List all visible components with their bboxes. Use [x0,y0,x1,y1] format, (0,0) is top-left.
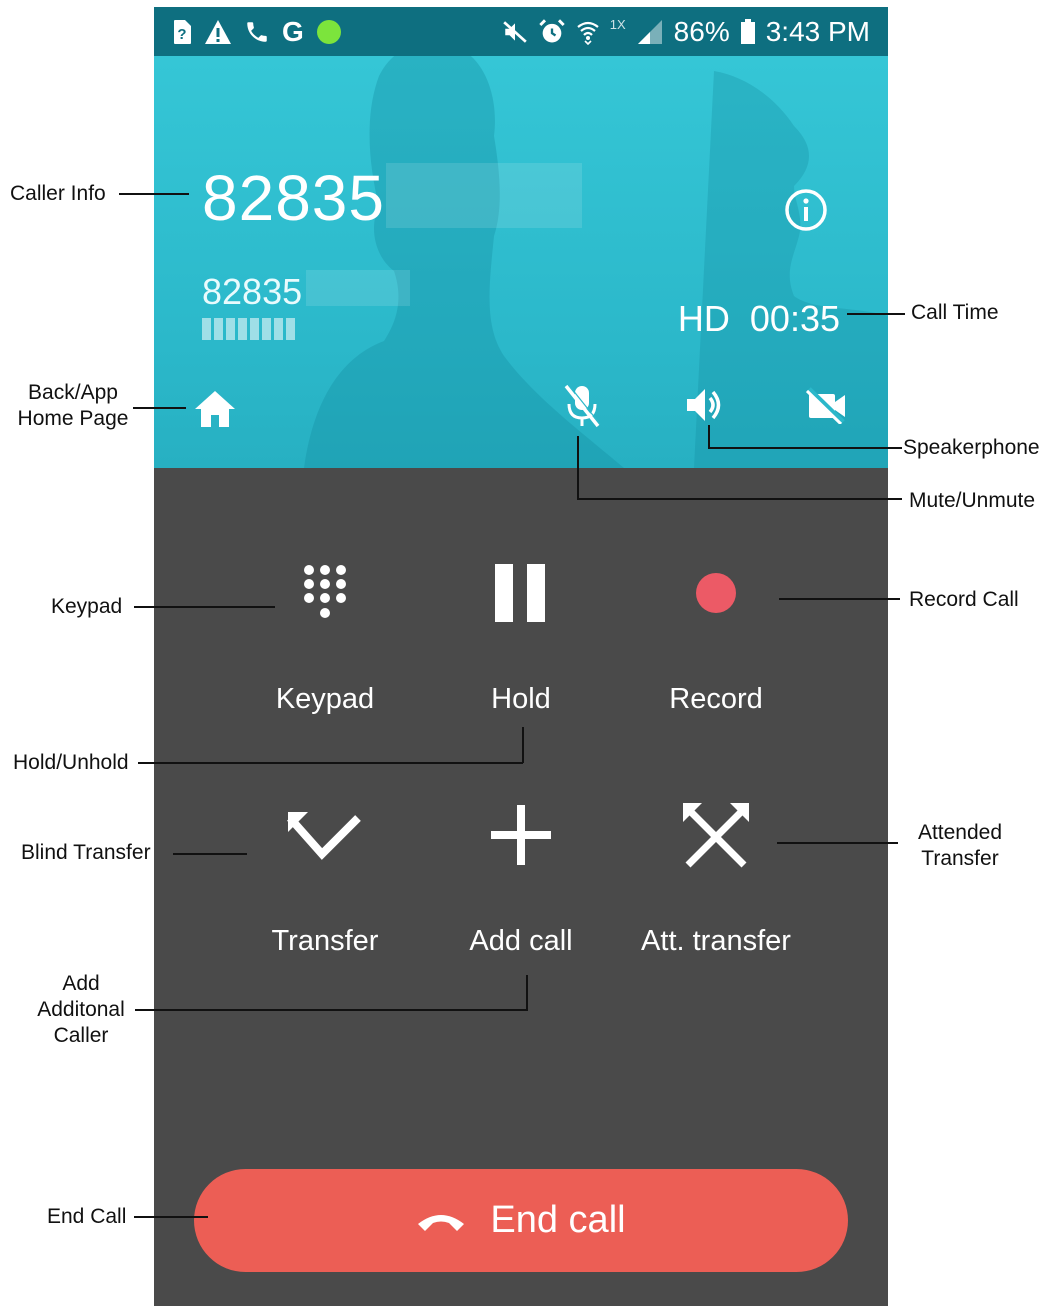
sim-unknown-icon: ? [174,20,191,44]
mute-notifications-icon [503,21,527,43]
keypad-icon[interactable] [302,563,348,625]
annotation-mute-unmute: Mute/Unmute [909,489,1036,512]
annotation-line-mute-v [577,436,579,499]
speaker-icon[interactable] [684,384,726,426]
att-transfer-button-label[interactable]: Att. transfer [616,925,816,958]
annotation-line-add-h [135,1009,528,1011]
annotation-add-line2: Additonal [37,998,125,1021]
annotation-end-call: End Call [47,1205,127,1228]
annotation-caller-info: Caller Info [10,182,106,205]
battery-icon [740,19,755,44]
hd-badge: HD [677,298,730,339]
add-call-button-label[interactable]: Add call [421,925,621,958]
caller-number-redaction [306,270,410,306]
info-icon[interactable] [784,188,828,232]
annotation-add-caller: Add Additonal Caller [31,971,131,1049]
annotation-back-app-line2: Home Page [17,407,129,430]
annotation-record-call: Record Call [909,588,1019,611]
annotation-line-end-call [134,1216,208,1218]
annotation-line-call-time [847,313,905,315]
phone-icon [247,22,267,42]
pause-icon[interactable] [495,564,547,622]
annotation-attended-line1: Attended [917,821,1003,844]
status-right-icons: 1X 86% 3:43 PM [502,15,870,49]
transfer-button-label[interactable]: Transfer [225,925,425,958]
signal-icon [637,20,662,44]
annotation-line-attended [777,842,898,844]
annotation-line-speaker-h [708,447,902,449]
annotation-call-time: Call Time [911,301,999,324]
annotation-add-line1: Add [62,972,100,995]
warning-icon [205,20,231,44]
svg-text:?: ? [177,26,186,43]
green-dot-icon [316,20,341,44]
call-card: 82835 82835 HD 00:35 [154,56,888,468]
annotation-back-app-line1: Back/App [28,381,118,404]
caller-name: 82835 [202,162,385,234]
annotation-keypad: Keypad [51,595,123,618]
call-duration: 00:35 [749,298,840,339]
annotation-line-hold-v [522,727,524,763]
mic-off-icon[interactable] [562,382,602,430]
hangup-icon [418,1214,465,1231]
video-off-icon[interactable] [806,386,848,424]
phone-screen: ? G 1X 86% 3:43 PM 82835 82835 HD 00:35 … [154,7,888,1306]
call-time: HD 00:35 [678,298,840,340]
annotation-blind-transfer: Blind Transfer [21,841,151,864]
alarm-icon [539,19,565,43]
battery-percent: 86% [673,16,730,47]
network-type-label: 1X [609,17,626,32]
status-bar: ? G 1X 86% 3:43 PM [154,7,888,56]
caller-silhouette-background [304,56,888,468]
carrier-google-icon: G [282,16,304,47]
attended-transfer-icon[interactable] [682,801,750,869]
annotation-line-mute-h [577,498,902,500]
annotation-attended-line2: Transfer [921,847,999,870]
annotation-add-line3: Caller [53,1024,109,1047]
annotation-line-add-v [526,975,528,1010]
end-call-button[interactable]: End call [194,1169,848,1272]
annotation-line-hold-h [138,762,523,764]
annotation-line-home [133,407,186,409]
wifi-icon [577,21,599,45]
transfer-icon[interactable] [286,810,362,860]
caller-name-redaction [386,163,582,228]
add-icon[interactable] [491,805,551,865]
status-time: 3:43 PM [765,16,870,47]
hold-button-label[interactable]: Hold [421,683,621,716]
status-left-icons: ? G [172,17,342,47]
signal-meter [202,318,295,340]
annotation-line-keypad [134,606,275,608]
home-icon[interactable] [192,388,238,430]
record-icon[interactable] [695,572,737,614]
record-button-label[interactable]: Record [616,683,816,716]
annotation-line-speaker-v [708,425,710,448]
annotation-line-record [779,598,900,600]
caller-number: 82835 [202,271,303,312]
keypad-button-label[interactable]: Keypad [225,683,425,716]
annotation-back-app: Back/App Home Page [16,380,130,432]
annotation-speakerphone: Speakerphone [903,436,1040,459]
annotation-attended-transfer: Attended Transfer [910,820,1010,872]
annotation-line-caller-info [119,193,189,195]
annotation-hold-unhold: Hold/Unhold [13,751,129,774]
annotation-line-blind [173,853,247,855]
end-call-label: End call [490,1199,626,1241]
